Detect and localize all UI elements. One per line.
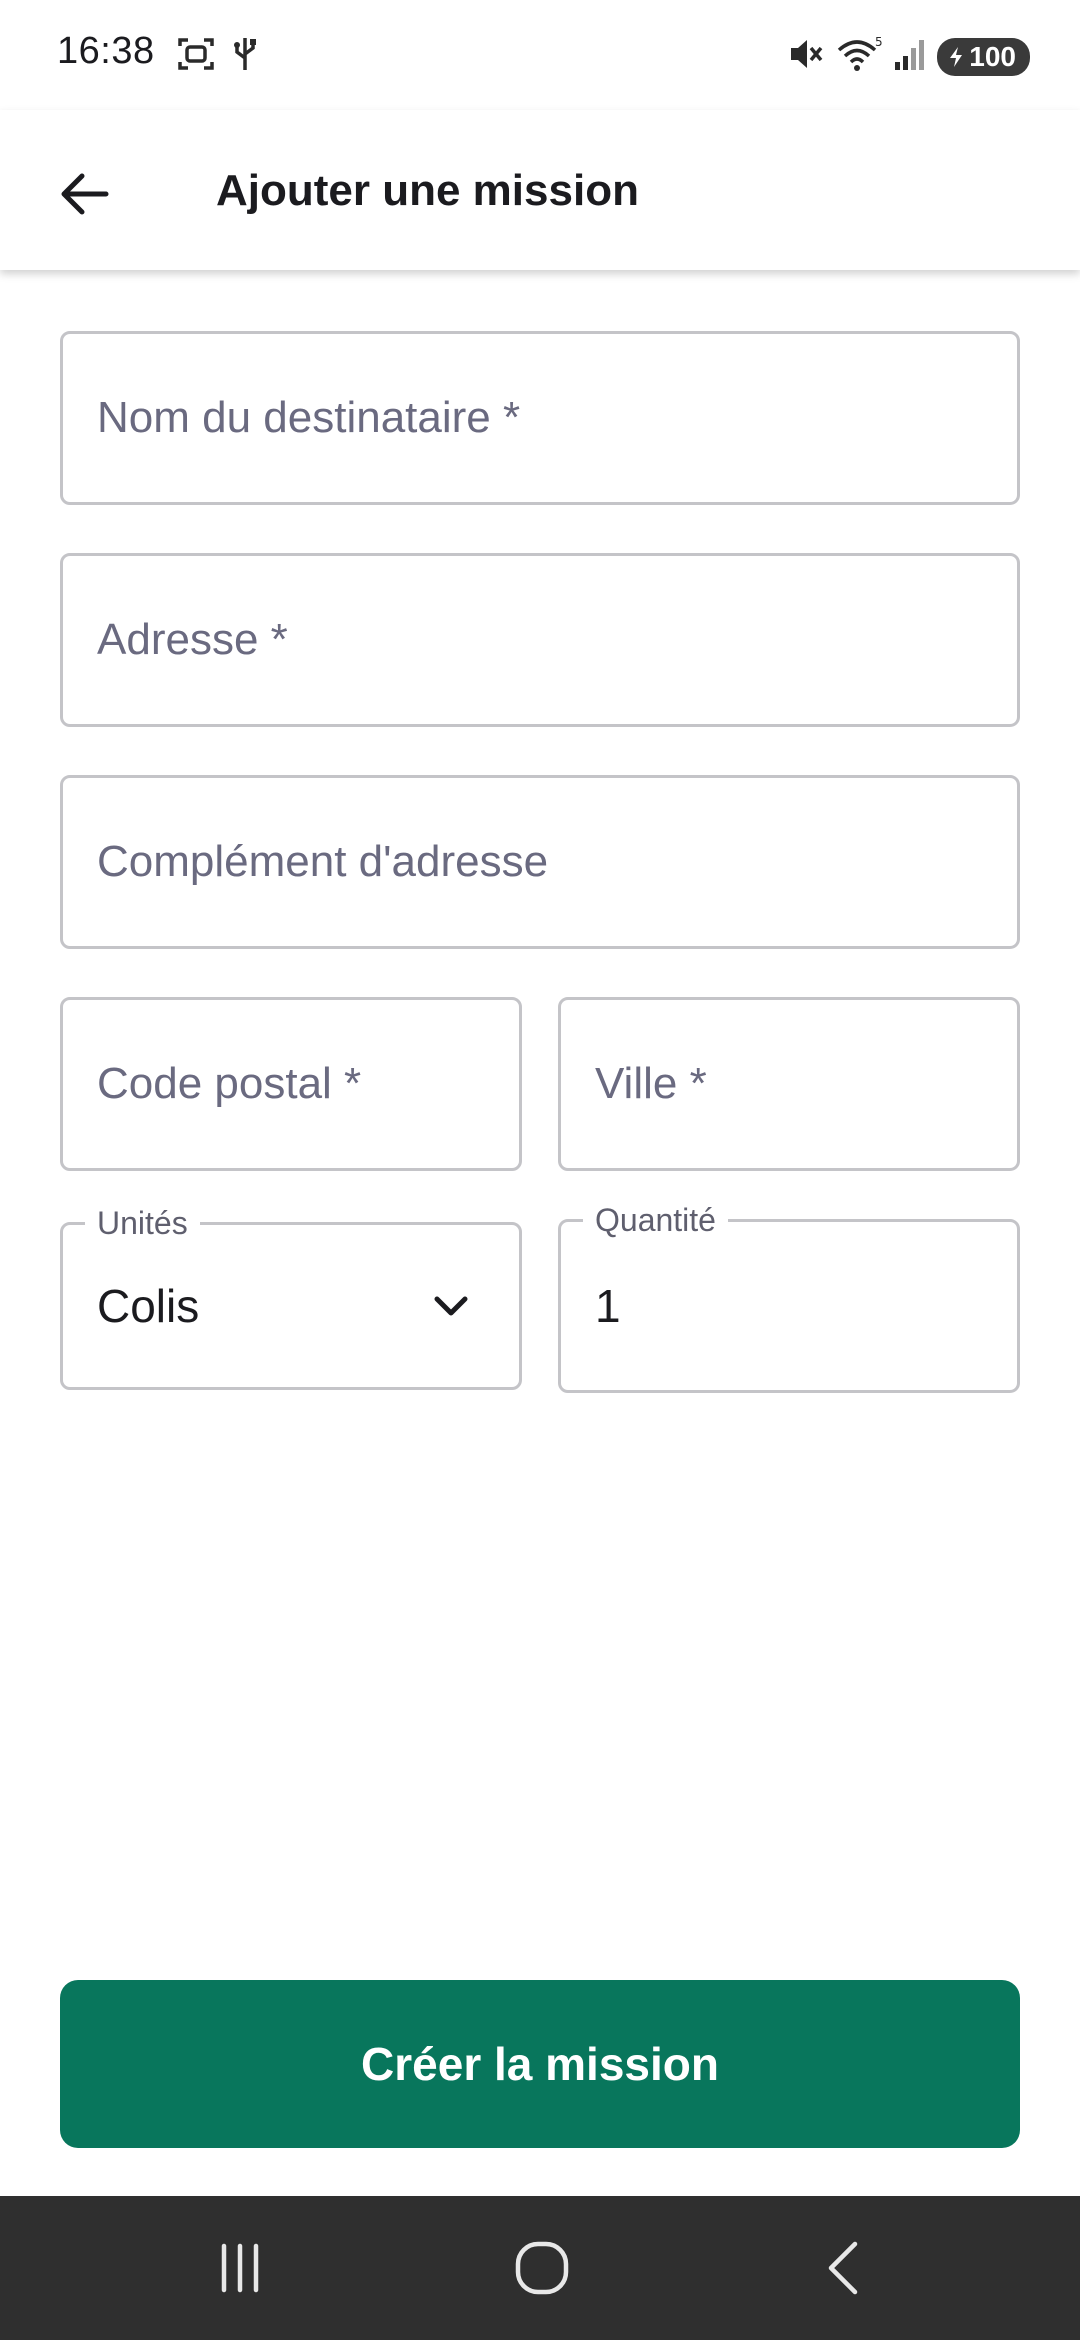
battery-icon: 100 xyxy=(937,37,1030,76)
wifi-icon: 5 xyxy=(835,34,883,79)
create-mission-button[interactable]: Créer la mission xyxy=(60,1980,1020,2148)
address-placeholder: Adresse * xyxy=(97,615,288,664)
units-label: Unités xyxy=(85,1204,200,1242)
quantity-label: Quantité xyxy=(583,1201,728,1239)
city-field[interactable]: Ville * xyxy=(558,997,1020,1171)
quantity-field[interactable]: Quantité 1 xyxy=(558,1201,1020,1393)
svg-text:5: 5 xyxy=(875,35,883,49)
home-button[interactable] xyxy=(497,2226,587,2310)
chevron-down-icon xyxy=(434,1296,468,1316)
system-back-button[interactable] xyxy=(800,2226,890,2310)
app-bar: Ajouter une mission xyxy=(0,110,1080,270)
home-icon xyxy=(515,2241,569,2295)
recipient-name-field[interactable]: Nom du destinataire * xyxy=(60,331,1020,505)
quantity-value: 1 xyxy=(595,1280,621,1332)
screenshot-icon xyxy=(176,34,216,79)
city-placeholder: Ville * xyxy=(595,1059,707,1108)
mute-icon xyxy=(785,34,825,79)
status-bar: 16:38 5 100 xyxy=(0,0,1080,110)
arrow-left-icon xyxy=(61,173,109,215)
create-mission-label: Créer la mission xyxy=(361,2038,719,2090)
postal-code-field[interactable]: Code postal * xyxy=(60,997,522,1171)
signal-icon xyxy=(893,34,927,79)
postal-code-placeholder: Code postal * xyxy=(97,1059,362,1108)
usb-icon xyxy=(230,34,260,79)
status-time: 16:38 xyxy=(57,30,155,72)
recent-apps-button[interactable] xyxy=(195,2226,285,2310)
back-icon xyxy=(828,2241,858,2295)
page-title: Ajouter une mission xyxy=(216,166,639,215)
units-selected-value: Colis xyxy=(97,1280,200,1332)
status-left-icons xyxy=(176,34,260,79)
units-select[interactable]: Unités Colis xyxy=(60,1204,522,1390)
battery-level: 100 xyxy=(969,40,1016,72)
status-right-icons: 5 100 xyxy=(785,34,1030,79)
address-complement-placeholder: Complément d'adresse xyxy=(97,837,549,886)
system-nav-bar xyxy=(0,2196,1080,2340)
back-button[interactable] xyxy=(44,154,124,234)
address-complement-field[interactable]: Complément d'adresse xyxy=(60,775,1020,949)
recent-apps-icon xyxy=(221,2243,259,2293)
address-field[interactable]: Adresse * xyxy=(60,553,1020,727)
recipient-name-placeholder: Nom du destinataire * xyxy=(97,393,521,442)
